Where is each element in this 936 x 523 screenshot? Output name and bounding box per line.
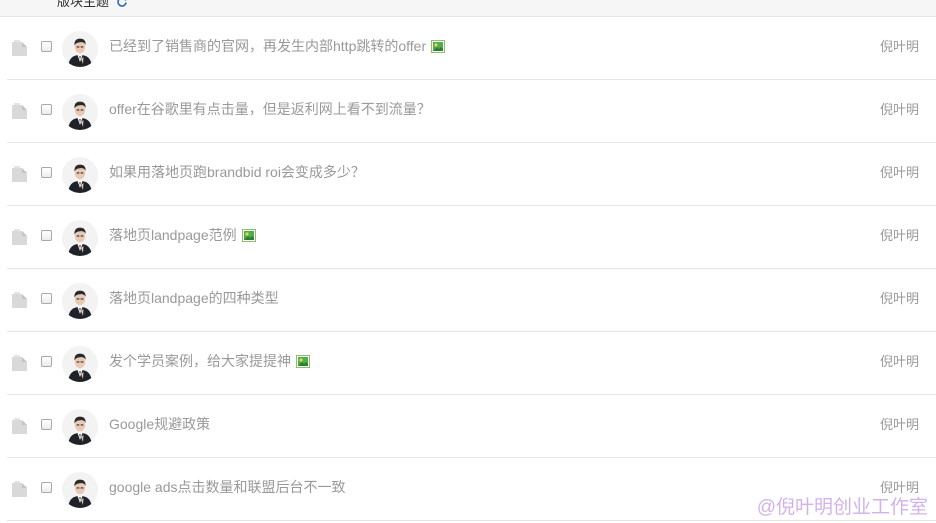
document-icon	[12, 292, 27, 308]
author-name-link[interactable]: 倪叶明	[880, 165, 919, 181]
topic-checkbox[interactable]	[41, 167, 52, 178]
topic-row[interactable]: offer在谷歌里有点击量，但是返利网上看不到流量？ 倪叶明	[7, 80, 936, 143]
topic-title-text[interactable]: offer在谷歌里有点击量，但是返利网上看不到流量？	[109, 101, 431, 117]
topic-checkbox[interactable]	[41, 41, 52, 52]
author-name-link[interactable]: 倪叶明	[880, 102, 919, 118]
topic-title-text[interactable]: 如果用落地页跑brandbid roi会变成多少？	[109, 164, 365, 180]
topic-list: 已经到了销售商的官网，再发生内部http跳转的offer 倪叶明 offer在谷…	[7, 17, 936, 521]
author-name-link[interactable]: 倪叶明	[880, 228, 919, 244]
author-name-link[interactable]: 倪叶明	[880, 39, 919, 55]
topic-row[interactable]: Google规避政策 倪叶明	[7, 395, 936, 458]
topic-checkbox[interactable]	[41, 104, 52, 115]
topic-title-link[interactable]: Google规避政策	[109, 415, 210, 433]
topic-title-link[interactable]: 发个学员案例，给大家提提神	[109, 352, 310, 370]
topic-title-text[interactable]: Google规避政策	[109, 416, 210, 432]
attachment-image-icon	[241, 229, 256, 242]
avatar[interactable]	[62, 157, 98, 193]
topic-checkbox[interactable]	[41, 293, 52, 304]
author-name-link[interactable]: 倪叶明	[880, 417, 919, 433]
document-icon	[12, 481, 27, 497]
topic-row[interactable]: 落地页landpage的四种类型 倪叶明	[7, 269, 936, 332]
avatar[interactable]	[62, 346, 98, 382]
topic-title-link[interactable]: 落地页landpage的四种类型	[109, 289, 279, 307]
document-icon	[12, 418, 27, 434]
topic-checkbox[interactable]	[41, 419, 52, 430]
section-title: 版块主题	[57, 0, 110, 9]
topic-title-text[interactable]: 已经到了销售商的官网，再发生内部http跳转的offer	[109, 38, 426, 54]
topic-row[interactable]: 发个学员案例，给大家提提神 倪叶明	[7, 332, 936, 395]
topic-title-text[interactable]: google ads点击数量和联盟后台不一致	[109, 479, 346, 495]
avatar[interactable]	[62, 94, 98, 130]
topic-title-link[interactable]: 落地页landpage范例	[109, 226, 256, 244]
topic-checkbox[interactable]	[41, 230, 52, 241]
document-icon	[12, 355, 27, 371]
topic-row[interactable]: 已经到了销售商的官网，再发生内部http跳转的offer 倪叶明	[7, 17, 936, 80]
topic-checkbox[interactable]	[41, 482, 52, 493]
attachment-image-icon	[296, 355, 310, 368]
topic-title-text[interactable]: 落地页landpage范例	[109, 227, 237, 243]
section-header: 版块主题	[0, 0, 936, 17]
topic-title-link[interactable]: 已经到了销售商的官网，再发生内部http跳转的offer	[109, 37, 446, 55]
avatar[interactable]	[62, 220, 98, 256]
refresh-icon[interactable]	[116, 0, 128, 8]
topic-checkbox[interactable]	[41, 356, 52, 367]
author-name-link[interactable]: 倪叶明	[880, 480, 919, 496]
avatar[interactable]	[62, 472, 98, 508]
topic-title-link[interactable]: offer在谷歌里有点击量，但是返利网上看不到流量？	[109, 100, 431, 118]
avatar[interactable]	[62, 409, 98, 445]
attachment-image-icon	[431, 40, 446, 53]
topic-title-link[interactable]: google ads点击数量和联盟后台不一致	[109, 478, 346, 496]
topic-title-link[interactable]: 如果用落地页跑brandbid roi会变成多少？	[109, 163, 365, 181]
topic-row[interactable]: 如果用落地页跑brandbid roi会变成多少？ 倪叶明	[7, 143, 936, 206]
document-icon	[12, 166, 27, 182]
document-icon	[12, 40, 27, 56]
document-icon	[12, 103, 27, 119]
forum-topic-list-page: 版块主题 已经到了销售商的官网，再发生内部http跳转的offer 倪叶明 of…	[0, 0, 936, 523]
author-name-link[interactable]: 倪叶明	[880, 354, 919, 370]
author-name-link[interactable]: 倪叶明	[880, 291, 919, 307]
avatar[interactable]	[62, 31, 98, 67]
topic-row[interactable]: 落地页landpage范例 倪叶明	[7, 206, 936, 269]
avatar[interactable]	[62, 283, 98, 319]
document-icon	[12, 229, 27, 245]
watermark-text: @倪叶明创业工作室	[756, 497, 928, 518]
topic-title-text[interactable]: 发个学员案例，给大家提提神	[109, 353, 291, 369]
topic-title-text[interactable]: 落地页landpage的四种类型	[109, 290, 279, 306]
